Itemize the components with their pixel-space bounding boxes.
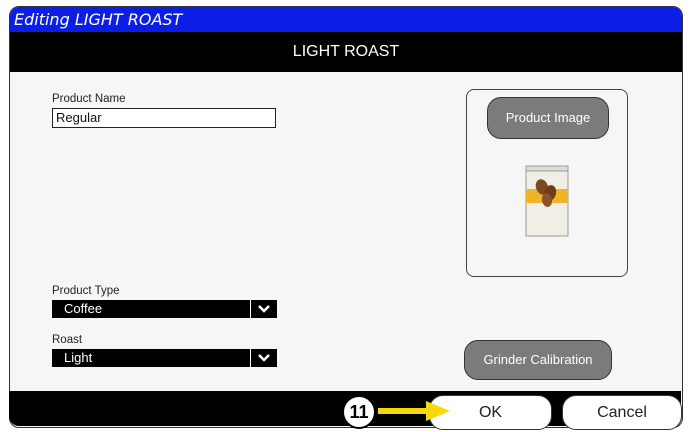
roast-label: Roast bbox=[52, 334, 83, 346]
chevron-down-icon[interactable] bbox=[250, 300, 277, 318]
step-callout: 11 bbox=[342, 395, 376, 429]
window-title: Editing LIGHT ROAST bbox=[14, 10, 183, 29]
page-title: LIGHT ROAST bbox=[292, 43, 400, 60]
coffee-bag-icon bbox=[525, 165, 569, 237]
cancel-button[interactable]: Cancel bbox=[562, 395, 682, 430]
product-image-button[interactable]: Product Image bbox=[487, 97, 609, 139]
product-type-label: Product Type bbox=[52, 285, 120, 297]
page-header: LIGHT ROAST bbox=[10, 32, 682, 72]
roast-select[interactable]: Light bbox=[52, 349, 277, 367]
product-name-input[interactable]: Regular bbox=[52, 108, 276, 128]
product-type-value: Coffee bbox=[64, 301, 103, 316]
title-bar: Editing LIGHT ROAST bbox=[10, 7, 682, 32]
chevron-down-icon[interactable] bbox=[250, 349, 277, 367]
grinder-calibration-button[interactable]: Grinder Calibration bbox=[464, 340, 612, 380]
product-name-label: Product Name bbox=[52, 93, 126, 105]
product-type-select[interactable]: Coffee bbox=[52, 300, 277, 318]
roast-value: Light bbox=[64, 350, 93, 365]
arrow-right-icon bbox=[378, 401, 450, 421]
